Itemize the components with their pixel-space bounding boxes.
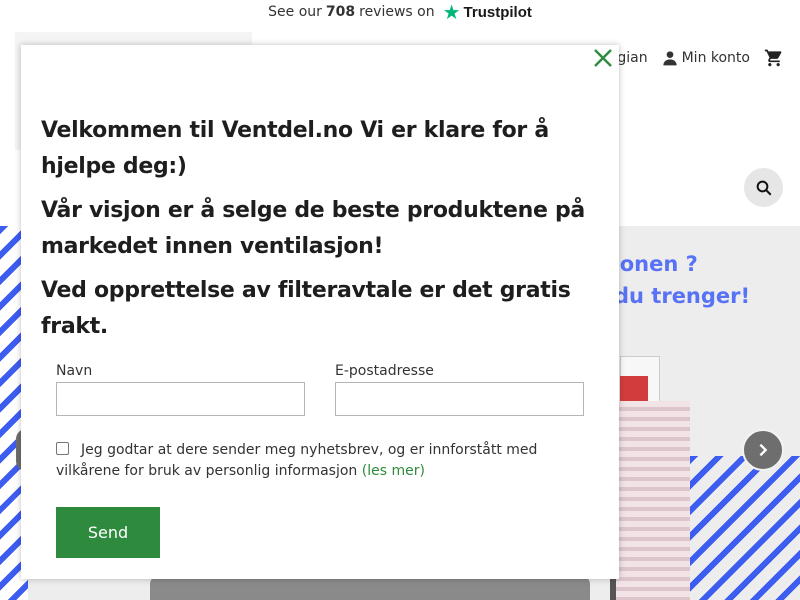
reviews-count: 708 — [325, 4, 356, 20]
email-label: E-postadresse — [335, 363, 434, 379]
person-icon — [662, 51, 677, 66]
newsletter-modal: Velkommen til Ventdel.no Vi er klare for… — [21, 45, 619, 579]
cart-icon — [764, 49, 782, 67]
trustpilot-bar[interactable]: See our 708 reviews on ★ Trustpilot — [0, 0, 800, 24]
modal-heading-shipping: Ved opprettelse av filteravtale er det g… — [41, 278, 571, 339]
account-label: Min konto — [681, 50, 750, 66]
name-label: Navn — [56, 363, 93, 379]
search-button[interactable] — [744, 168, 783, 207]
modal-heading-welcome: Velkommen til Ventdel.no Vi er klare for… — [41, 118, 549, 179]
read-more-link[interactable]: (les mer) — [362, 463, 425, 479]
carousel-next-button[interactable] — [742, 429, 784, 471]
trustpilot-star-icon: ★ — [442, 0, 461, 24]
banner-product-base — [150, 576, 590, 600]
reviews-suffix: reviews on — [359, 4, 435, 20]
banner-product-filter — [610, 401, 690, 600]
account-link[interactable]: Min konto — [662, 50, 750, 66]
modal-heading-vision: Vår visjon er å selge de beste produkten… — [41, 198, 585, 259]
consent-text: Jeg godtar at dere sender meg nyhetsbrev… — [56, 442, 538, 479]
email-input[interactable] — [335, 382, 584, 416]
close-button[interactable] — [592, 47, 614, 69]
reviews-prefix: See our — [268, 4, 322, 20]
banner-text-line2: du trenger! — [614, 284, 751, 308]
trustpilot-logo: Trustpilot — [463, 3, 532, 21]
chevron-right-icon — [759, 443, 768, 457]
search-icon — [756, 180, 771, 195]
send-button[interactable]: Send — [56, 507, 160, 558]
close-icon — [594, 49, 612, 67]
banner-stripes-right — [690, 456, 800, 600]
cart-button[interactable] — [764, 48, 784, 68]
consent-text-block: Jeg godtar at dere sender meg nyhetsbrev… — [56, 440, 596, 482]
name-input[interactable] — [56, 382, 305, 416]
